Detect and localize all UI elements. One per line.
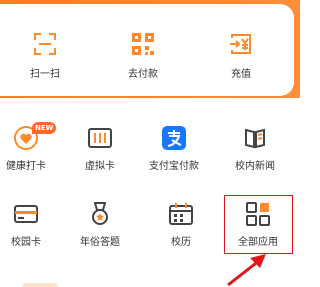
scan-button[interactable]: 扫一扫: [0, 4, 90, 96]
bottom-card-edge: [22, 283, 58, 287]
payment-code-icon: [132, 33, 154, 55]
app-health-checkin[interactable]: NEW 健康打卡: [0, 122, 62, 192]
app-label: 虚拟卡: [85, 161, 115, 172]
pay-button[interactable]: 去付款: [98, 4, 188, 96]
calendar-icon: [169, 203, 193, 225]
quiz-medal-icon: [92, 202, 108, 225]
scan-label: 扫一扫: [30, 69, 60, 80]
pay-label: 去付款: [128, 69, 158, 80]
scan-icon: [34, 33, 56, 55]
app-campus-news[interactable]: 校内新闻: [219, 126, 291, 192]
app-school-calendar[interactable]: 校历: [145, 202, 217, 268]
app-campus-card[interactable]: 校园卡: [0, 202, 62, 268]
recharge-button[interactable]: 充值: [196, 4, 286, 96]
app-label: 校内新闻: [235, 161, 275, 172]
virtual-card-icon: [88, 128, 112, 148]
arrow-pointer-icon: [227, 254, 266, 287]
app-label: 支付宝付款: [149, 161, 199, 172]
app-label: 年俗答题: [80, 237, 120, 248]
alipay-icon: [162, 126, 186, 150]
recharge-label: 充值: [231, 69, 251, 80]
app-label: 校历: [171, 237, 191, 248]
campus-card-icon: [14, 205, 38, 223]
new-badge: NEW: [32, 122, 57, 134]
app-virtual-card[interactable]: 虚拟卡: [64, 126, 136, 192]
quick-actions-card: 扫一扫 去付款 充值: [0, 4, 294, 96]
recharge-icon: [230, 34, 251, 54]
app-quiz[interactable]: 年俗答题: [64, 202, 136, 268]
app-label: 校园卡: [11, 237, 41, 248]
app-label: 健康打卡: [6, 161, 46, 172]
campus-news-icon: [245, 128, 265, 149]
highlight-box: [224, 195, 293, 254]
app-alipay[interactable]: 支付宝付款: [138, 126, 210, 192]
